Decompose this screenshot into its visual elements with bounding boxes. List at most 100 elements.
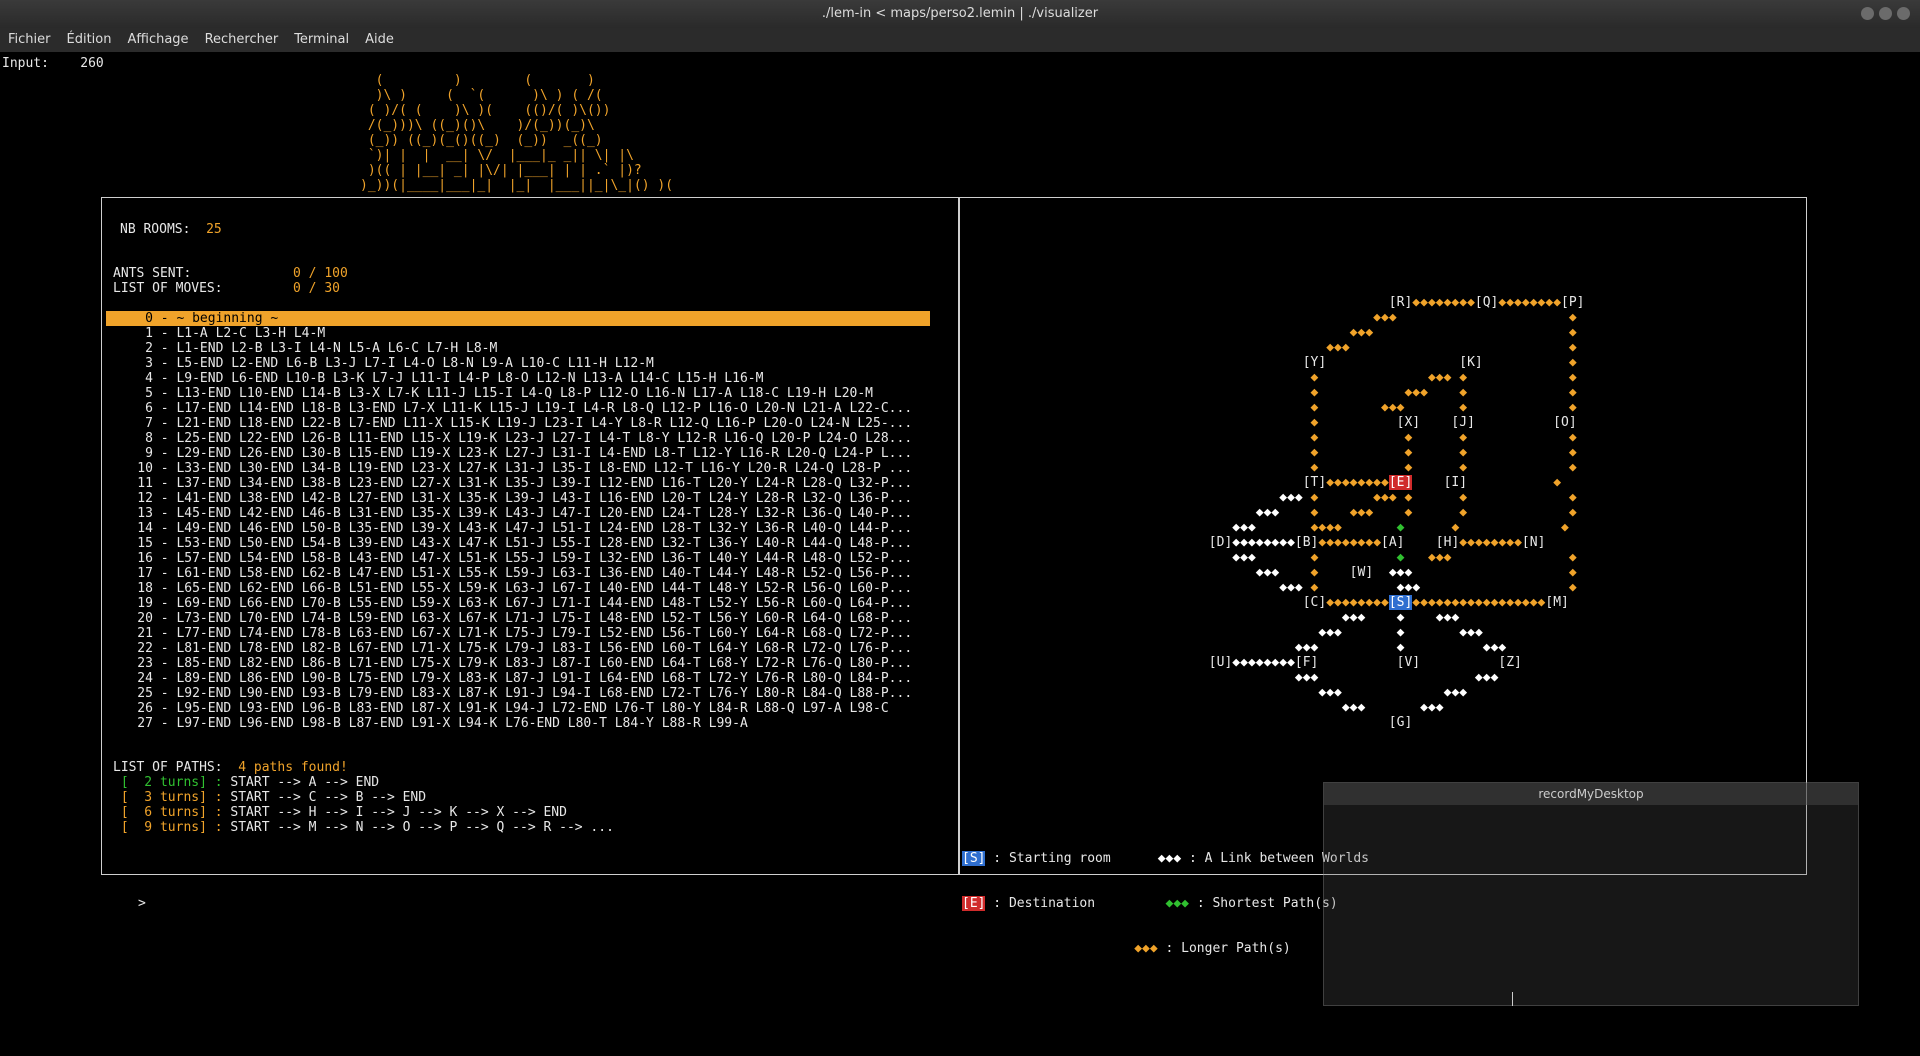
graph-row: [D]◆◆◆◆◆◆◆◆[B]◆◆◆◆◆◆◆◆[A] [H]◆◆◆◆◆◆◆◆[N]: [1154, 535, 1546, 550]
graph-row: ◆ ◆◆◆ ◆ ◆: [1310, 370, 1577, 385]
text-cursor-icon: [1512, 992, 1513, 1006]
input-label: Input:: [2, 56, 49, 71]
legend-end-mark: [E]: [962, 896, 986, 911]
paths-list: [ 2 turns] : START --> A --> END [ 3 tur…: [113, 775, 614, 835]
move-row[interactable]: 2 - L1-END L2-B L3-I L4-N L5-A L6-C L7-H…: [106, 341, 930, 356]
moves-list: 0 - ~ beginning ~ 1 - L1-A L2-C L3-H L4-…: [106, 311, 930, 731]
graph-row: ◆◆◆ ◆◆◆: [1318, 685, 1468, 700]
legend-start-mark: [S]: [962, 851, 986, 866]
move-row[interactable]: 7 - L21-END L18-END L22-B L7-END L11-X L…: [106, 416, 930, 431]
graph-row: ◆ [X] [J] [O]: [1310, 415, 1577, 430]
menu-bar: Fichier Édition Affichage Rechercher Termina…: [0, 28, 1920, 52]
path-item: [ 2 turns] : START --> A --> END: [113, 775, 614, 790]
move-row[interactable]: 11 - L37-END L34-END L38-B L23-END L27-X…: [106, 476, 930, 491]
moves-value: 0 / 30: [293, 281, 340, 296]
move-row[interactable]: 23 - L85-END L82-END L86-B L71-END L75-X…: [106, 656, 930, 671]
path-route: START --> C --> B --> END: [222, 790, 427, 805]
graph-row: ◆ ◆ ◆ ◆: [1310, 445, 1577, 460]
move-row[interactable]: 0 - ~ beginning ~: [106, 311, 930, 326]
menu-aide[interactable]: Aide: [357, 28, 402, 52]
move-row[interactable]: 24 - L89-END L86-END L90-B L75-END L79-X…: [106, 671, 930, 686]
legend-end-label: : Destination: [985, 896, 1096, 911]
move-row[interactable]: 16 - L57-END L54-END L58-B L43-END L47-X…: [106, 551, 930, 566]
ascii-logo-line: ( ) ( ): [360, 73, 595, 88]
move-row[interactable]: 5 - L13-END L10-END L14-B L3-X L7-K L11-…: [106, 386, 930, 401]
close-icon[interactable]: [1897, 7, 1910, 20]
recordmydesktop-window[interactable]: recordMyDesktop: [1323, 782, 1859, 1006]
move-row[interactable]: 4 - L9-END L6-END L10-B L3-K L7-J L11-I …: [106, 371, 930, 386]
ascii-logo-line: )\ ) ( `( )\ ) ( /(: [360, 88, 603, 103]
move-row[interactable]: 17 - L61-END L58-END L62-B L47-END L51-X…: [106, 566, 930, 581]
move-row[interactable]: 18 - L65-END L62-END L66-B L51-END L55-X…: [106, 581, 930, 596]
legend-shortest-label: : Shortest Path(s): [1189, 896, 1338, 911]
minimize-icon[interactable]: [1861, 7, 1874, 20]
ants-sent-value: 0 / 100: [293, 266, 348, 281]
ascii-logo-line: (_)) ((_)(_()((_) (_)) _((_): [360, 133, 603, 148]
ascii-logo-line: )_))(|____|___|_| |_| |___||_|\_|() )(: [360, 178, 674, 193]
graph-row: [T]◆◆◆◆◆◆◆◆[E] [I] ◆: [1154, 475, 1562, 490]
graph-panel: [R]◆◆◆◆◆◆◆◆[Q]◆◆◆◆◆◆◆◆[P] ◆◆◆ ◆ ◆◆◆ ◆ ◆◆…: [958, 197, 1807, 956]
graph-row: ◆◆◆ ◆ ◆◆◆: [1341, 610, 1460, 625]
menu-affichage[interactable]: Affichage: [119, 28, 196, 52]
nb-rooms-label: NB ROOMS:: [120, 222, 191, 237]
move-row[interactable]: 3 - L5-END L2-END L6-B L3-J L7-I L4-O L8…: [106, 356, 930, 371]
move-row[interactable]: 20 - L73-END L70-END L74-B L59-END L63-X…: [106, 611, 930, 626]
menu-edition[interactable]: Édition: [59, 28, 120, 52]
graph-row: ◆◆◆ ◆◆◆◆ ◆ ◆ ◆: [1232, 520, 1569, 535]
move-row[interactable]: 12 - L41-END L38-END L42-B L27-END L31-X…: [106, 491, 930, 506]
graph-row: ◆◆◆ ◆ ◆◆◆: [1318, 625, 1483, 640]
paths-label: LIST OF PATHS:: [113, 760, 223, 775]
paths-header: LIST OF PATHS: 4 paths found!: [113, 760, 348, 775]
menu-fichier[interactable]: Fichier: [0, 28, 59, 52]
move-row[interactable]: 21 - L77-END L74-END L78-B L63-END L67-X…: [106, 626, 930, 641]
move-row[interactable]: 1 - L1-A L2-C L3-H L4-M: [106, 326, 930, 341]
graph-row: ◆◆◆ ◆ ◆◆◆ ◆: [1279, 580, 1577, 595]
graph-row: ◆◆◆ ◆ ◆◆◆ ◆ ◆ ◆: [1279, 490, 1577, 505]
graph-row: ◆ ◆ ◆ ◆: [1310, 460, 1577, 475]
graph-legend: [S] : Starting room ◆◆◆ : A Link between…: [962, 821, 1369, 986]
path-turns: [ 2 turns] :: [113, 775, 223, 790]
graph-row: ◆◆◆ ◆: [1373, 310, 1577, 325]
move-row[interactable]: 14 - L49-END L46-END L50-B L35-END L39-X…: [106, 521, 930, 536]
path-turns: [ 9 turns] :: [113, 820, 223, 835]
move-row[interactable]: 25 - L92-END L90-END L93-B L79-END L83-X…: [106, 686, 930, 701]
paths-found: 4 paths found!: [238, 760, 348, 775]
info-panel: NB ROOMS: 25 ANTS SENT: 0 / 100 LIST OF …: [101, 197, 960, 875]
path-item: [ 9 turns] : START --> M --> N --> O -->…: [113, 820, 614, 835]
menu-terminal[interactable]: Terminal: [286, 28, 357, 52]
graph-row: [C]◆◆◆◆◆◆◆◆[S]◆◆◆◆◆◆◆◆◆◆◆◆◆◆◆◆◆[M]: [1154, 595, 1569, 610]
room-graph: [R]◆◆◆◆◆◆◆◆[Q]◆◆◆◆◆◆◆◆[P] ◆◆◆ ◆ ◆◆◆ ◆ ◆◆…: [1154, 295, 1585, 730]
maximize-icon[interactable]: [1879, 7, 1892, 20]
shell-prompt[interactable]: >: [138, 896, 146, 911]
window-title: ./lem-in < maps/perso2.lemin | ./visuali…: [821, 6, 1099, 21]
menu-rechercher[interactable]: Rechercher: [197, 28, 287, 52]
path-route: START --> H --> I --> J --> K --> X --> …: [222, 805, 567, 820]
ascii-logo-line: /(_)))\ ((_)()\ )/(_))(_)\: [360, 118, 595, 133]
lem-in-ascii-logo: ( ) ( ) )\ ) ( `( )\ ) ( /( ( )/( ( )\ )…: [360, 73, 673, 193]
input-value: 260: [80, 56, 104, 71]
graph-row: ◆◆◆ ◆: [1326, 340, 1577, 355]
move-row[interactable]: 22 - L81-END L78-END L82-B L67-END L71-X…: [106, 641, 930, 656]
move-row[interactable]: 6 - L17-END L14-END L18-B L3-END L7-X L1…: [106, 401, 930, 416]
graph-row: [Y] [K] ◆: [1154, 355, 1577, 370]
path-route: START --> M --> N --> O --> P --> Q --> …: [222, 820, 614, 835]
recorder-title: recordMyDesktop: [1324, 783, 1858, 805]
move-row[interactable]: 27 - L97-END L96-END L98-B L87-END L91-X…: [106, 716, 930, 731]
legend-longer-mark: ◆◆◆: [1134, 941, 1158, 956]
graph-row: ◆ ◆ ◆ ◆: [1310, 430, 1577, 445]
path-turns: [ 6 turns] :: [113, 805, 223, 820]
graph-row: ◆◆◆ ◆ ◆◆◆: [1294, 640, 1507, 655]
move-row[interactable]: 9 - L29-END L26-END L30-B L15-END L19-X …: [106, 446, 930, 461]
move-row[interactable]: 13 - L45-END L42-END L46-B L31-END L35-X…: [106, 506, 930, 521]
move-row[interactable]: 8 - L25-END L22-END L26-B L11-END L15-X …: [106, 431, 930, 446]
ants-sent: ANTS SENT: 0 / 100: [113, 266, 348, 281]
move-row[interactable]: 10 - L33-END L30-END L34-B L19-END L23-X…: [106, 461, 930, 476]
legend-start-label: : Starting room: [985, 851, 1111, 866]
graph-row: [G]: [1154, 715, 1413, 730]
ascii-logo-line: ( )/( ( )\ )( (()/( )\()): [360, 103, 611, 118]
move-row[interactable]: 15 - L53-END L50-END L54-B L39-END L43-X…: [106, 536, 930, 551]
move-row[interactable]: 26 - L95-END L93-END L96-B L83-END L87-X…: [106, 701, 930, 716]
move-row[interactable]: 19 - L69-END L66-END L70-B L55-END L59-X…: [106, 596, 930, 611]
graph-row: ◆ ◆◆◆ ◆ ◆: [1310, 385, 1577, 400]
graph-row: [R]◆◆◆◆◆◆◆◆[Q]◆◆◆◆◆◆◆◆[P]: [1154, 295, 1585, 310]
